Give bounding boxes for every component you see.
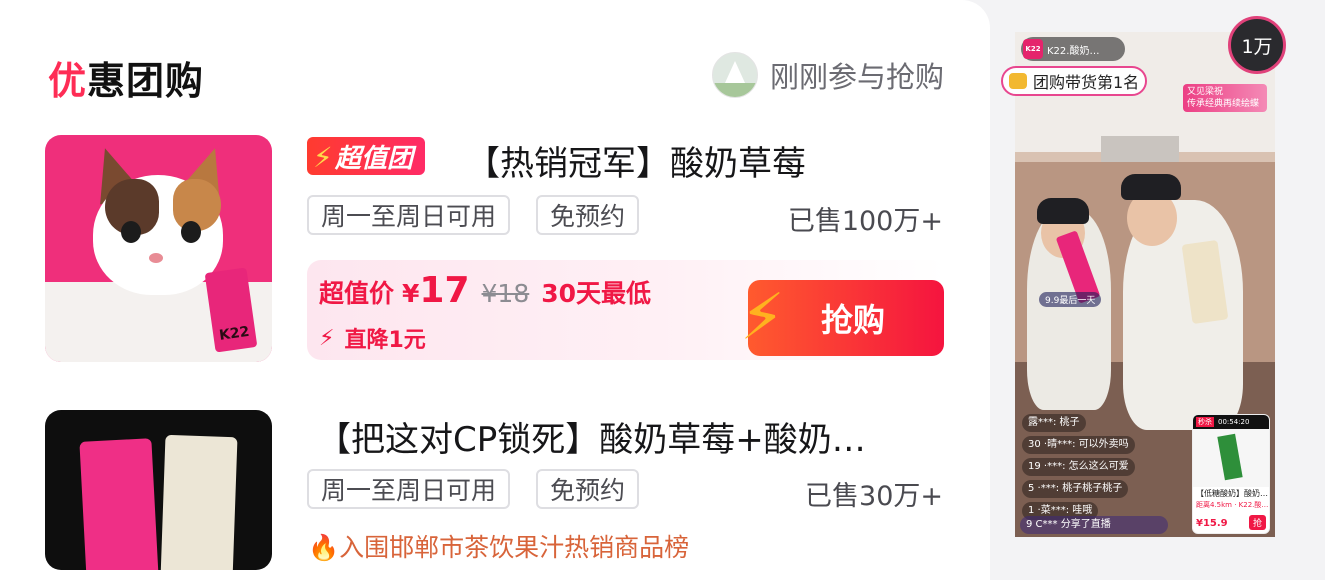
event-banner[interactable]: 又见梁祝 传承经典再续绘蝶: [1183, 84, 1267, 112]
comment-item: 19 ·***: 怎么这么可爱: [1022, 458, 1135, 476]
comment-item: 5 ·***: 桃子桃子桃子: [1022, 480, 1129, 498]
promo-sticker: 9.9最后一天: [1039, 292, 1102, 307]
shop-icon: [1009, 73, 1027, 89]
product-title-1[interactable]: 【热销冠军】酸奶草莓: [466, 136, 806, 185]
mini-card-buy-button[interactable]: 抢: [1248, 515, 1266, 530]
viewer-count: 1万: [1228, 16, 1286, 74]
rank-chip[interactable]: 团购带货第1名: [1001, 66, 1148, 96]
avatar: [711, 52, 758, 98]
section-title: 优惠团购: [48, 50, 204, 105]
flash-sale-label: 秒杀: [1196, 417, 1214, 427]
price-label: 超值价: [319, 279, 395, 308]
section-title-accent: 优: [48, 59, 88, 103]
product-image-1[interactable]: K22: [45, 135, 272, 362]
lightning-icon: ⚡: [319, 325, 335, 351]
lowest-price-note: 30天最低: [541, 279, 652, 308]
live-product-card[interactable]: 秒杀 00:54:20 【低糖酸奶】酸奶… 距离4.5km · K22.酸… ¥1…: [1192, 414, 1270, 534]
comment-item: 露***: 桃子: [1022, 414, 1086, 432]
group-buy-panel: 优惠团购 刚刚参与抢购 K22 ⚡ 超值团 【热销冠军】酸奶草莓 周一至周日可用 …: [0, 0, 990, 580]
recent-purchase-indicator[interactable]: 刚刚参与抢购: [711, 52, 944, 98]
original-price: ¥18: [481, 279, 530, 308]
mini-card-distance: 距离4.5km · K22.酸…: [1196, 501, 1269, 509]
rank-badge[interactable]: 🔥入围邯郸市茶饮果汁热销商品榜: [308, 528, 689, 564]
product-image-2[interactable]: [45, 410, 272, 570]
product-title-2[interactable]: 【把这对CP锁死】酸奶草莓+酸奶…: [317, 412, 866, 461]
comment-feed: 露***: 桃子 30 ·晴***: 可以外卖吗 19 ·***: 怎么这么可爱…: [1022, 414, 1187, 524]
tag-no-reservation: 免预约: [536, 195, 640, 235]
mini-card-title: 【低糖酸奶】酸奶…: [1196, 489, 1268, 498]
super-value-badge: ⚡ 超值团: [307, 137, 426, 175]
host-info[interactable]: K22 K22.酸奶…: [1021, 37, 1125, 61]
buy-button[interactable]: ⚡ 抢购: [740, 280, 944, 356]
countdown-timer: 00:54:20: [1218, 418, 1250, 426]
section-title-rest: 惠团购: [87, 59, 205, 103]
currency-symbol: ¥: [402, 279, 420, 308]
current-price: 17: [419, 270, 470, 311]
share-notice: 9 C*** 分享了直播: [1020, 516, 1168, 534]
lightning-icon: ⚡: [313, 141, 333, 174]
comment-item: 30 ·晴***: 可以外卖吗: [1022, 436, 1135, 454]
mini-card-price: ¥15.9: [1196, 518, 1228, 529]
price-drop-text: 直降1元: [344, 328, 426, 353]
sold-count-2: 已售30万+: [805, 481, 943, 512]
tag-availability: 周一至周日可用: [307, 469, 511, 509]
recent-purchase-text: 刚刚参与抢购: [769, 60, 944, 94]
lightning-icon: ⚡: [740, 281, 785, 355]
host-name: K22.酸奶…: [1047, 45, 1100, 57]
host-logo: K22: [1023, 39, 1043, 59]
tag-availability: 周一至周日可用: [307, 195, 511, 235]
sold-count-1: 已售100万+: [787, 206, 943, 237]
fire-icon: 🔥: [308, 533, 340, 562]
tag-no-reservation: 免预约: [536, 469, 640, 509]
